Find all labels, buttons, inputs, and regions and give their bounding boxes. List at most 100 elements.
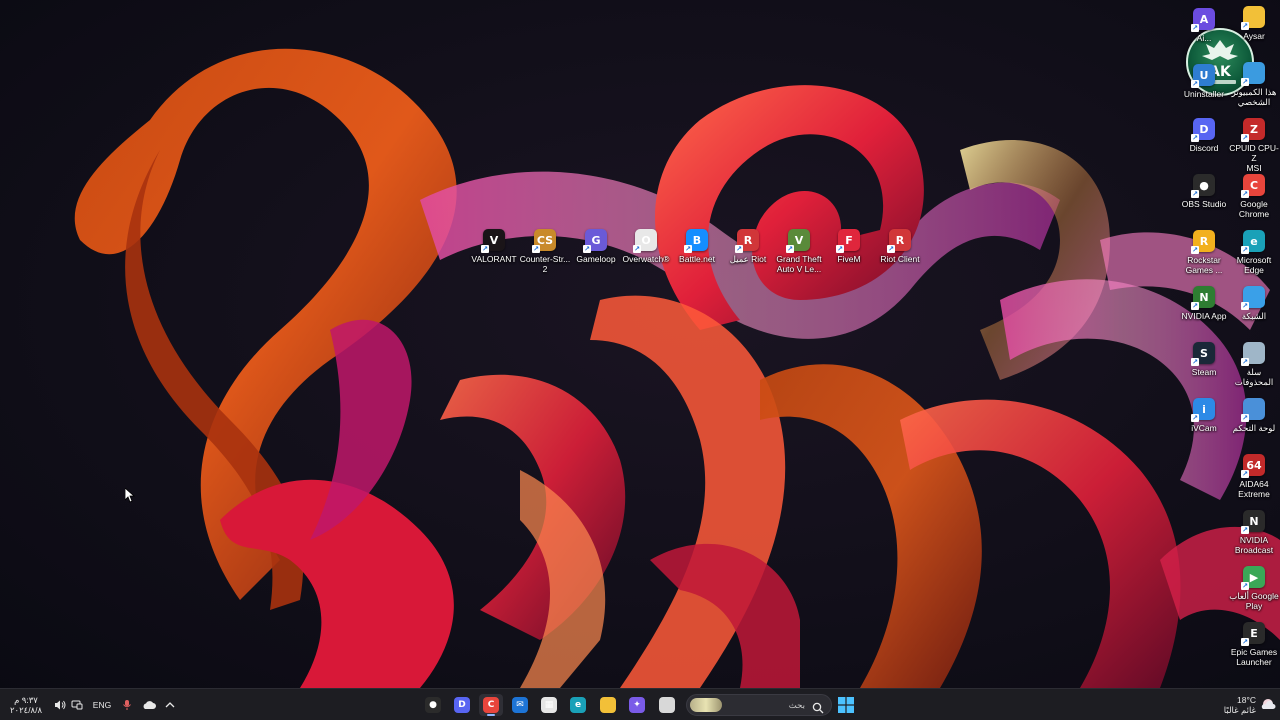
network-status-icon[interactable] — [69, 694, 85, 716]
desktop-icon-riot-client[interactable]: R ↗ Riot Client — [873, 229, 927, 264]
search-placeholder: بحث — [788, 700, 805, 710]
desktop-icon-folder[interactable]: ↗ Aysar — [1227, 6, 1280, 41]
desktop-icon-overwatch[interactable]: O ↗ Overwatch® — [619, 229, 673, 264]
desktop-icon-this-pc[interactable]: ↗ هذا الكمبيوتر الشخصي — [1227, 62, 1280, 107]
gameloop-icon: G ↗ — [583, 229, 607, 253]
obs-icon: ● ↗ — [1191, 174, 1215, 198]
discord-taskbar-button[interactable]: D — [450, 694, 474, 716]
desktop-icon-label: Microsoft Edge — [1236, 255, 1272, 275]
search-box[interactable]: بحث — [686, 694, 832, 716]
desktop-icon-valorant[interactable]: V ↗ VALORANT — [467, 229, 521, 264]
uninstaller-icon: U ↗ — [1191, 64, 1215, 88]
taskbar: ٩:٣٧ م ٢٠٢٤/٨/٨ ENG بحث 18°C غائم غالبًا… — [0, 688, 1280, 720]
desktop-icon-steam[interactable]: S ↗ Steam — [1177, 342, 1231, 377]
desktop-icon-gta[interactable]: V ↗ Grand Theft Auto V Le... — [772, 229, 826, 274]
desktop-icon-label: Gameloop — [576, 254, 616, 264]
desktop-icon-control-panel[interactable]: ↗ لوحة التحكم — [1227, 398, 1280, 433]
desktop-icon-recycle-bin[interactable]: ↗ سلة المحذوفات — [1227, 342, 1280, 387]
language-indicator[interactable]: ENG — [90, 694, 114, 716]
weather-temp: 18°C — [1237, 695, 1256, 705]
task-view-taskbar-button[interactable] — [655, 694, 679, 716]
recycle-bin-icon: ↗ — [1241, 342, 1265, 366]
desktop-icon-network[interactable]: ↗ الشبكة — [1227, 286, 1280, 321]
mouse-cursor-icon — [124, 487, 136, 507]
obs-taskbar-icon: ● — [425, 697, 441, 713]
desktop-icon-riot[interactable]: R ↗ عميل Riot — [721, 229, 775, 264]
desktop-icon-label: Steam — [1191, 367, 1217, 377]
store-taskbar-icon: ▦ — [541, 697, 557, 713]
app-icon: A ↗ — [1191, 8, 1215, 32]
edge-icon: e ↗ — [1241, 230, 1265, 254]
clock[interactable]: ٩:٣٧ م ٢٠٢٤/٨/٨ — [6, 694, 46, 716]
chrome-icon: C ↗ — [1241, 174, 1265, 198]
control-panel-icon: ↗ — [1241, 398, 1265, 422]
copilot-taskbar-button[interactable]: ✦ — [625, 694, 649, 716]
microphone-icon[interactable] — [119, 694, 135, 716]
desktop-icon-epic-games[interactable]: E ↗ Epic Games Launcher — [1227, 622, 1280, 667]
network-icon: ↗ — [1241, 286, 1265, 310]
chrome-taskbar-button[interactable]: C — [479, 694, 503, 716]
weather-desc: غائم غالبًا — [1223, 705, 1256, 715]
riot-client-icon: R ↗ — [887, 229, 911, 253]
google-play-games-icon: ▶ ↗ — [1241, 566, 1265, 590]
obs-taskbar-button[interactable]: ● — [421, 694, 445, 716]
fivem-icon: F ↗ — [836, 229, 860, 253]
overwatch-icon: O ↗ — [633, 229, 657, 253]
aida64-icon: 64 ↗ — [1241, 454, 1265, 478]
clock-date: ٢٠٢٤/٨/٨ — [9, 705, 43, 715]
desktop-icon-label: AIDA64 Extreme — [1238, 479, 1270, 499]
desktop-icon-counter-strike[interactable]: CS ↗ Counter-Str... 2 — [518, 229, 572, 274]
desktop-icon-obs[interactable]: ● ↗ OBS Studio — [1177, 174, 1231, 209]
desktop-icon-label: لوحة التحكم — [1232, 423, 1276, 433]
chevron-up-icon[interactable] — [162, 694, 178, 716]
clock-time: ٩:٣٧ م — [14, 695, 38, 705]
volume-icon[interactable] — [52, 694, 68, 716]
desktop-icon-fivem[interactable]: F ↗ FiveM — [822, 229, 876, 264]
desktop-icon-battlenet[interactable]: B ↗ Battle.net — [670, 229, 724, 264]
weather-widget[interactable]: 18°C غائم غالبًا — [1210, 694, 1276, 716]
mail-taskbar-button[interactable]: ✉ — [508, 694, 532, 716]
desktop-icon-label: iVCam — [1191, 423, 1217, 433]
nvidia-broadcast-icon: N ↗ — [1241, 510, 1265, 534]
desktop-icon-label: Ai... — [1196, 33, 1212, 43]
discord-taskbar-icon: D — [454, 697, 470, 713]
desktop-icon-label: Google Chrome — [1238, 199, 1270, 219]
desktop-icon-nvidia-broadcast[interactable]: N ↗ NVIDIA Broadcast — [1227, 510, 1280, 555]
desktop-icon-label: عميل Riot — [729, 254, 767, 264]
desktop-icon-discord[interactable]: D ↗ Discord — [1177, 118, 1231, 153]
steam-icon: S ↗ — [1191, 342, 1215, 366]
nvidia-icon: N ↗ — [1191, 286, 1215, 310]
desktop-icon-rockstar[interactable]: R ↗ Rockstar Games ... — [1177, 230, 1231, 275]
start-button[interactable] — [836, 694, 856, 716]
desktop-icon-edge[interactable]: e ↗ Microsoft Edge — [1227, 230, 1280, 275]
desktop-icon-cpuz[interactable]: Z ↗ CPUID CPU-Z MSI — [1227, 118, 1280, 173]
desktop-icon-label: VALORANT — [471, 254, 517, 264]
desktop-icon-ivcam[interactable]: i ↗ iVCam — [1177, 398, 1231, 433]
chrome-taskbar-icon: C — [483, 697, 499, 713]
this-pc-icon: ↗ — [1241, 62, 1265, 86]
epic-games-icon: E ↗ — [1241, 622, 1265, 646]
task-view-taskbar-icon — [659, 697, 675, 713]
search-icon — [812, 699, 824, 718]
file-explorer-taskbar-button[interactable] — [596, 694, 620, 716]
desktop-icon-gameloop[interactable]: G ↗ Gameloop — [569, 229, 623, 264]
desktop-icon-label: الشبكة — [1241, 311, 1267, 321]
counter-strike-icon: CS ↗ — [532, 229, 556, 253]
desktop-icon-uninstaller[interactable]: U ↗ Uninstaller — [1177, 64, 1231, 99]
onedrive-icon[interactable] — [141, 694, 157, 716]
store-taskbar-button[interactable]: ▦ — [537, 694, 561, 716]
desktop-icon-google-play-games[interactable]: ▶ ↗ ألعاب Google Play — [1227, 566, 1280, 611]
desktop-icon-app[interactable]: A ↗ Ai... — [1177, 8, 1231, 43]
desktop-icon-label: Uninstaller — [1183, 89, 1225, 99]
desktop-icon-label: Aysar — [1243, 31, 1265, 41]
desktop-icon-chrome[interactable]: C ↗ Google Chrome — [1227, 174, 1280, 219]
desktop-icon-label: Epic Games Launcher — [1230, 647, 1278, 667]
riot-icon: R ↗ — [735, 229, 759, 253]
desktop-icon-nvidia[interactable]: N ↗ NVIDIA App — [1177, 286, 1231, 321]
gta-icon: V ↗ — [786, 229, 810, 253]
desktop-icon-label: Overwatch® — [622, 254, 670, 264]
desktop-icon-aida64[interactable]: 64 ↗ AIDA64 Extreme — [1227, 454, 1280, 499]
edge-taskbar-button[interactable]: e — [566, 694, 590, 716]
desktop-icon-label: Battle.net — [679, 254, 715, 264]
cloud-icon — [1261, 699, 1276, 709]
